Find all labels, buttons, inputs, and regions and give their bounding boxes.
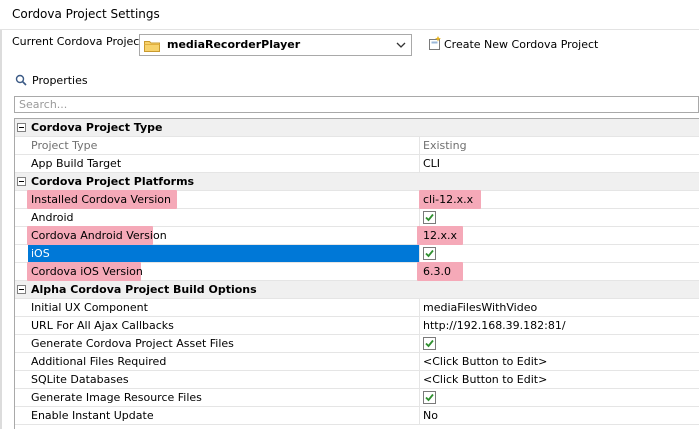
- section-header[interactable]: Cordova Project Platforms: [15, 173, 699, 191]
- section-title: Cordova Project Platforms: [31, 175, 195, 188]
- collapse-icon[interactable]: [17, 285, 26, 294]
- property-row[interactable]: Generate Image Resource Files: [15, 389, 699, 407]
- property-row[interactable]: Cordova iOS Version 6.3.0: [15, 262, 699, 281]
- title-bar: Cordova Project Settings: [0, 0, 699, 30]
- properties-tab-label: Properties: [32, 74, 88, 87]
- property-name: Android: [31, 211, 74, 224]
- property-name: Initial UX Component: [31, 301, 148, 314]
- search-box[interactable]: [14, 96, 699, 113]
- property-name: Generate Cordova Project Asset Files: [31, 337, 234, 350]
- android-checkbox[interactable]: [423, 211, 436, 224]
- check-icon: [425, 213, 434, 222]
- collapse-icon[interactable]: [17, 177, 26, 186]
- image-resources-checkbox[interactable]: [423, 391, 436, 404]
- chevron-down-icon[interactable]: [394, 38, 408, 52]
- property-value[interactable]: <Click Button to Edit>: [423, 373, 547, 386]
- property-value[interactable]: cli-12.x.x: [423, 193, 473, 206]
- check-icon: [425, 393, 434, 402]
- property-name: iOS: [31, 247, 50, 260]
- ios-checkbox[interactable]: [423, 247, 436, 260]
- property-name: URL For All Ajax Callbacks: [31, 319, 174, 332]
- project-combobox[interactable]: mediaRecorderPlayer: [139, 34, 412, 56]
- property-row[interactable]: iOS: [15, 245, 699, 263]
- collapse-icon[interactable]: [17, 123, 26, 132]
- property-value: Existing: [423, 139, 467, 152]
- property-name: Enable Instant Update: [31, 409, 154, 422]
- section-title: Cordova Project Type: [31, 121, 163, 134]
- section-header[interactable]: Alpha Cordova Project Build Options: [15, 281, 699, 299]
- property-name: Cordova Android Version: [31, 229, 167, 242]
- folder-icon: [144, 41, 160, 52]
- property-row[interactable]: Initial UX Component mediaFilesWithVideo: [15, 299, 699, 317]
- property-row[interactable]: URL For All Ajax Callbacks http://192.16…: [15, 317, 699, 335]
- window-title: Cordova Project Settings: [12, 7, 160, 21]
- property-row[interactable]: Installed Cordova Version cli-12.x.x: [15, 190, 699, 209]
- property-name: Generate Image Resource Files: [31, 391, 202, 404]
- property-name: App Build Target: [31, 157, 122, 170]
- property-row[interactable]: App Build Target CLI: [15, 155, 699, 173]
- property-value[interactable]: No: [423, 409, 438, 422]
- property-value[interactable]: 6.3.0: [423, 265, 451, 278]
- current-project-label: Current Cordova Project: [12, 35, 144, 48]
- check-icon: [425, 249, 434, 258]
- property-value[interactable]: <Click Button to Edit>: [423, 355, 547, 368]
- property-name: Additional Files Required: [31, 355, 167, 368]
- check-icon: [425, 339, 434, 348]
- new-project-icon: [429, 36, 441, 50]
- create-project-label: Create New Cordova Project: [444, 38, 599, 51]
- property-value[interactable]: CLI: [423, 157, 440, 170]
- search-icon: [15, 74, 27, 86]
- property-name: SQLite Databases: [31, 373, 129, 386]
- property-name: Project Type: [31, 139, 98, 152]
- property-row[interactable]: Cordova Android Version 12.x.x: [15, 226, 699, 245]
- left-panel-edge: [0, 30, 2, 429]
- property-value[interactable]: mediaFilesWithVideo: [423, 301, 537, 314]
- section-header[interactable]: Cordova Project Type: [15, 119, 699, 137]
- property-grid: Cordova Project Type Project Type Existi…: [14, 118, 699, 429]
- property-row[interactable]: Android: [15, 209, 699, 227]
- property-value[interactable]: 12.x.x: [423, 229, 457, 242]
- property-row[interactable]: Enable Instant Update No: [15, 407, 699, 425]
- property-name: Installed Cordova Version: [31, 193, 172, 206]
- property-row[interactable]: Project Type Existing: [15, 137, 699, 155]
- property-row[interactable]: SQLite Databases <Click Button to Edit>: [15, 371, 699, 389]
- property-name: Cordova iOS Version: [31, 265, 143, 278]
- section-title: Alpha Cordova Project Build Options: [31, 283, 257, 296]
- property-row[interactable]: Additional Files Required <Click Button …: [15, 353, 699, 371]
- asset-files-checkbox[interactable]: [423, 337, 436, 350]
- project-combobox-value: mediaRecorderPlayer: [167, 38, 301, 51]
- property-row[interactable]: Generate Cordova Project Asset Files: [15, 335, 699, 353]
- search-input[interactable]: [15, 97, 698, 112]
- property-value[interactable]: http://192.168.39.182:81/: [423, 319, 566, 332]
